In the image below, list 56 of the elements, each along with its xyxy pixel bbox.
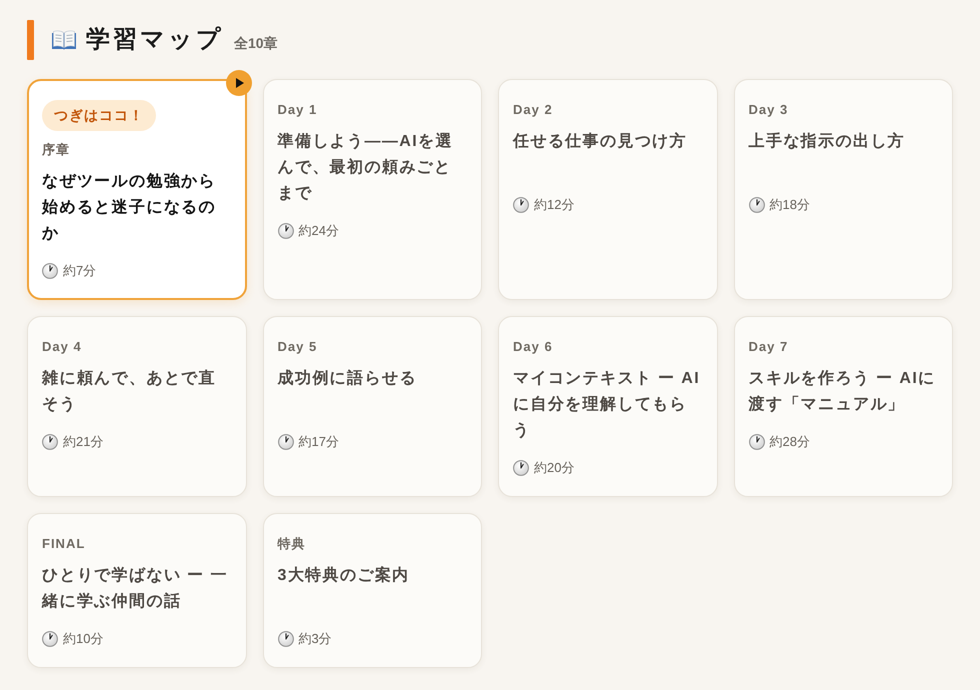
duration-text: 約17分 <box>298 433 339 451</box>
clock-icon <box>278 434 294 450</box>
chapter-card[interactable]: Day 6 マイコンテキスト ー AIに自分を理解してもらう 約20分 <box>498 316 718 497</box>
chapter-label: Day 4 <box>42 338 82 356</box>
duration-text: 約10分 <box>63 630 104 648</box>
clock-icon <box>513 197 529 213</box>
chapter-label: 特典 <box>278 535 306 553</box>
clock-icon <box>513 460 529 476</box>
duration-text: 約18分 <box>770 196 810 214</box>
clock-icon <box>748 434 764 450</box>
chapter-title: 上手な指示の出し方 <box>748 131 906 152</box>
chapter-card[interactable]: つぎはココ！ 序章 なぜツールの勉強から始めると迷子になるのか 約7分 <box>27 79 246 300</box>
chapter-title: 雑に頼んで、あとで直そう <box>42 368 217 415</box>
chapter-card[interactable]: FINAL ひとりで学ばない ー 一緒に学ぶ仲間の話 約10分 <box>27 513 246 668</box>
duration-text: 約12分 <box>534 196 574 214</box>
chapter-label: Day 7 <box>748 338 788 356</box>
clock-icon <box>278 223 294 239</box>
chapter-label: Day 2 <box>513 101 553 119</box>
chapter-label: Day 1 <box>278 101 318 119</box>
duration-text: 約3分 <box>298 630 332 648</box>
chapter-card[interactable]: Day 3 上手な指示の出し方 約18分 <box>734 79 953 300</box>
chapter-title: 任せる仕事の見つけ方 <box>513 131 688 152</box>
chapter-title: ひとりで学ばない ー 一緒に学ぶ仲間の話 <box>42 566 229 612</box>
chapter-card[interactable]: Day 1 準備しよう——AIを選んで、最初の頼みごとまで 約24分 <box>262 79 482 300</box>
next-up-badge: つぎはココ！ <box>42 100 156 131</box>
chapter-card[interactable]: Day 7 スキルを作ろう ー AIに渡す「マニュアル」 約28分 <box>734 316 953 497</box>
accent-bar <box>27 20 34 60</box>
clock-icon <box>748 197 764 213</box>
duration-text: 約28分 <box>770 433 810 451</box>
chapter-title: スキルを作ろう ー AIに渡す「マニュアル」 <box>748 369 937 415</box>
chapter-title: マイコンテキスト ー AIに自分を理解してもらう <box>513 369 702 441</box>
chapter-title: 3大特典のご案内 <box>278 565 411 586</box>
play-icon <box>226 70 252 96</box>
open-book-icon <box>51 30 77 50</box>
chapter-card[interactable]: Day 4 雑に頼んで、あとで直そう 約21分 <box>27 316 246 497</box>
chapter-label: 序章 <box>42 141 70 159</box>
chapter-title: なぜツールの勉強から始めると迷子になるのか <box>42 172 217 244</box>
clock-icon <box>42 434 58 450</box>
chapter-label: Day 5 <box>278 338 318 356</box>
chapter-card[interactable]: Day 2 任せる仕事の見つけ方 約12分 <box>498 79 718 300</box>
chapter-label: FINAL <box>42 535 86 553</box>
chapter-title: 準備しよう——AIを選んで、最初の頼みごとまで <box>278 132 454 204</box>
chapter-card[interactable]: Day 5 成功例に語らせる 約17分 <box>262 316 482 497</box>
clock-icon <box>42 631 58 647</box>
duration-text: 約20分 <box>534 459 574 477</box>
page-title: 学習マップ <box>86 25 224 55</box>
clock-icon <box>42 263 58 279</box>
duration-text: 約21分 <box>63 433 104 451</box>
duration-text: 約7分 <box>63 262 96 280</box>
clock-icon <box>278 631 294 647</box>
duration-text: 約24分 <box>298 222 339 240</box>
chapter-card[interactable]: 特典 3大特典のご案内 約3分 <box>262 513 482 668</box>
chapter-label: Day 3 <box>748 101 788 119</box>
chapter-title: 成功例に語らせる <box>278 368 418 389</box>
chapter-label: Day 6 <box>513 338 553 356</box>
chapter-count: 全10章 <box>234 35 278 53</box>
